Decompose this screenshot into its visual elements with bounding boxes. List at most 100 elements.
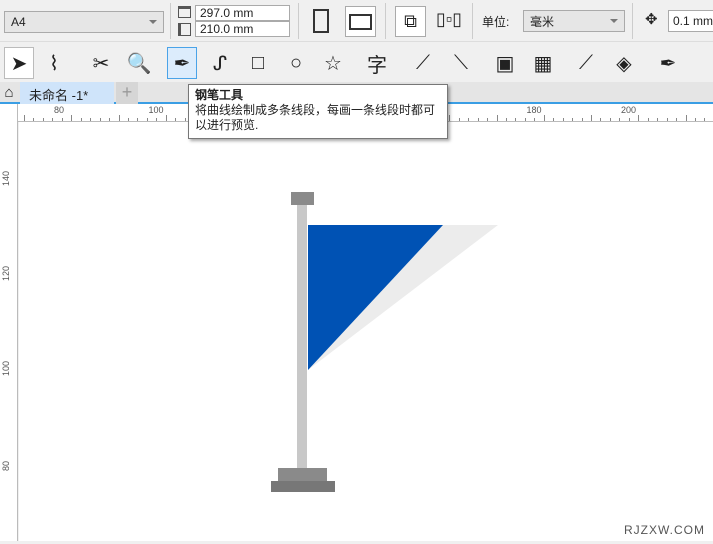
ruler-tick xyxy=(685,115,687,121)
nudge-icon: ✥ xyxy=(645,11,658,28)
flag-pole xyxy=(297,205,307,468)
divider xyxy=(632,3,633,39)
ruler-tick xyxy=(165,115,167,121)
pole-base-lower xyxy=(271,481,335,492)
ruler-tick xyxy=(524,118,526,121)
pole-base-upper xyxy=(278,468,327,481)
divider xyxy=(385,3,386,39)
portrait-button[interactable] xyxy=(313,9,329,33)
ruler-v-label: 120 xyxy=(1,265,11,281)
zoom-tool-button[interactable]: 🔍 xyxy=(124,47,154,79)
ruler-tick xyxy=(118,115,120,121)
ruler-tick xyxy=(175,118,177,121)
freehand-tool-button[interactable]: ᔑ xyxy=(205,47,235,79)
page-size-value: A4 xyxy=(11,15,26,29)
height-icon xyxy=(178,23,191,36)
ruler-tick xyxy=(505,118,507,121)
rectangle-tool-button[interactable]: □ xyxy=(243,47,273,79)
ruler-tick xyxy=(676,118,678,121)
ruler-tick xyxy=(156,118,158,121)
ruler-tick xyxy=(591,115,592,121)
ruler-tick xyxy=(468,118,470,121)
width-icon xyxy=(178,6,191,18)
ruler-h-label: 80 xyxy=(54,105,65,115)
tooltip-body: 将曲线绘制成多条线段，每画一条线段时都可以进行预览. xyxy=(195,103,436,132)
pen-tool-tooltip: 钢笔工具 将曲线绘制成多条线段，每画一条线段时都可以进行预览. xyxy=(188,84,448,139)
pick-tool-button[interactable]: ➤ xyxy=(4,47,34,79)
landscape-button[interactable] xyxy=(345,6,376,37)
toolbox: ➤ ⌇ ✂ 🔍 ✒ ᔑ □ ○ ☆ 字 ⟋ ⟍ ▣ ▦ ⟋ ◈ ✒ xyxy=(0,44,713,81)
ruler-tick xyxy=(543,115,545,121)
divider xyxy=(170,3,171,39)
flag-drawing xyxy=(271,192,498,492)
ruler-tick xyxy=(487,118,489,121)
ruler-tick xyxy=(127,118,129,121)
chevron-down-icon xyxy=(149,20,157,24)
ruler-tick xyxy=(647,118,649,121)
home-icon[interactable]: ⌂ xyxy=(0,82,18,104)
ruler-tick xyxy=(52,118,54,121)
ruler-tick xyxy=(534,118,536,121)
ruler-h-label: 100 xyxy=(148,105,164,115)
outline-pen-tool-button[interactable]: ✒ xyxy=(653,47,683,79)
pole-cap xyxy=(291,192,314,205)
units-select[interactable]: 毫米 xyxy=(523,10,625,32)
ruler-tick xyxy=(137,118,139,121)
ruler-tick xyxy=(562,118,564,121)
ruler-tick xyxy=(638,115,640,121)
ruler-h-label: 180 xyxy=(526,105,542,115)
divider xyxy=(472,3,473,39)
ruler-tick xyxy=(146,118,148,121)
text-tool-button[interactable]: 字 xyxy=(362,47,392,79)
ruler-tick xyxy=(515,118,517,121)
all-pages-button[interactable]: ⧉ xyxy=(395,6,426,37)
ruler-tick xyxy=(458,118,460,121)
crop-tool-button[interactable]: ✂ xyxy=(86,47,116,79)
ruler-tick xyxy=(90,118,92,121)
ruler-tick xyxy=(33,118,35,121)
connector-tool-button[interactable]: ⟍ xyxy=(446,47,476,79)
pen-tool-button[interactable]: ✒ xyxy=(167,47,197,79)
units-value: 毫米 xyxy=(530,14,555,29)
ruler-tick xyxy=(109,118,111,121)
ruler-tick xyxy=(553,118,555,121)
ruler-tick xyxy=(496,115,498,121)
tooltip-title: 钢笔工具 xyxy=(195,88,244,102)
fill-tool-button[interactable]: ◈ xyxy=(609,47,639,79)
add-tab-button[interactable]: + xyxy=(116,82,138,104)
ruler-tick xyxy=(581,118,583,121)
page-height-input[interactable]: 210.0 mm xyxy=(195,21,290,37)
ruler-v-label: 140 xyxy=(1,170,11,186)
tab-document[interactable]: 未命名 -1* xyxy=(20,82,114,104)
ruler-tick xyxy=(42,118,44,121)
blue-flag xyxy=(308,225,443,370)
property-bar: A4 297.0 mm 210.0 mm ⧉ ▯▫▯ 单位: 毫米 ✥ 0.1 … xyxy=(0,0,713,42)
ruler-tick xyxy=(24,115,25,121)
nudge-input[interactable]: 0.1 mm xyxy=(668,10,713,32)
shadow-tool-button[interactable]: ▣ xyxy=(490,47,520,79)
dimension-tool-button[interactable]: ⟋ xyxy=(408,47,438,79)
units-label: 单位: xyxy=(482,15,510,29)
ruler-tick xyxy=(99,118,101,121)
transparency-tool-button[interactable]: ▦ xyxy=(528,47,558,79)
page-width-input[interactable]: 297.0 mm xyxy=(195,5,290,21)
ruler-tick xyxy=(600,118,602,121)
ruler-tick xyxy=(449,115,451,121)
chevron-down-icon xyxy=(610,19,618,23)
ellipse-tool-button[interactable]: ○ xyxy=(281,47,311,79)
drawing-canvas[interactable]: RJZXW.COM xyxy=(19,122,713,541)
ruler-tick xyxy=(657,118,659,121)
vertical-ruler[interactable]: 140 120 100 80 xyxy=(0,104,18,541)
divider xyxy=(298,3,299,39)
ruler-tick xyxy=(666,118,668,121)
ruler-tick xyxy=(619,118,621,121)
ruler-tick xyxy=(184,118,186,121)
page-size-select[interactable]: A4 xyxy=(4,11,164,33)
shape-tool-button[interactable]: ⌇ xyxy=(39,47,69,79)
polygon-tool-button[interactable]: ☆ xyxy=(318,47,348,79)
ruler-tick xyxy=(477,118,479,121)
eyedropper-tool-button[interactable]: ⟋ xyxy=(571,47,601,79)
current-page-button[interactable]: ▯▫▯ xyxy=(436,9,462,30)
ruler-v-label: 100 xyxy=(1,360,11,376)
ruler-v-label: 80 xyxy=(1,460,11,471)
